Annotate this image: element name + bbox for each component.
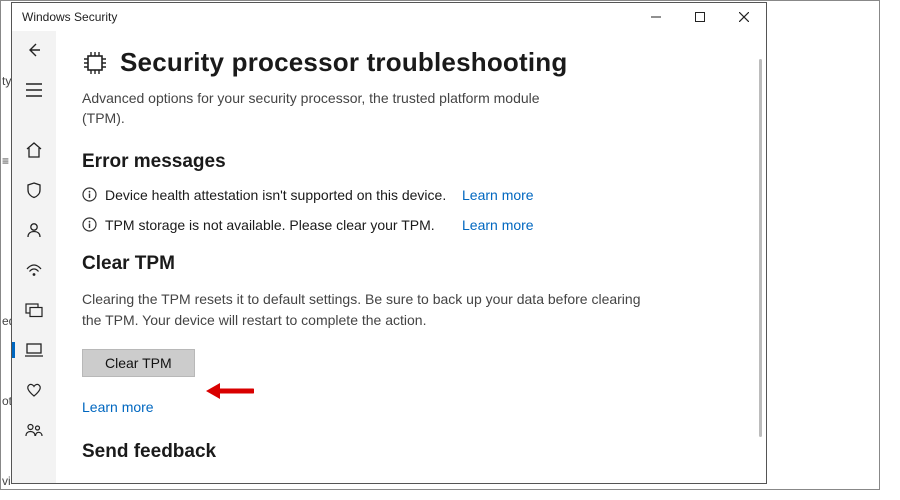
window-title: Windows Security bbox=[22, 10, 117, 24]
sidebar-item-device-security[interactable] bbox=[12, 337, 56, 363]
arrow-left-icon bbox=[25, 41, 43, 59]
error-text: Device health attestation isn't supporte… bbox=[105, 187, 446, 203]
sidebar-item-family[interactable] bbox=[12, 417, 56, 443]
page-subtitle: Advanced options for your security proce… bbox=[82, 88, 582, 129]
clear-tpm-heading: Clear TPM bbox=[82, 253, 722, 275]
person-icon bbox=[25, 221, 43, 239]
close-button[interactable] bbox=[722, 3, 766, 31]
sidebar-item-virus-threat[interactable] bbox=[12, 177, 56, 203]
menu-button[interactable] bbox=[12, 77, 56, 103]
heart-icon bbox=[25, 382, 43, 398]
device-icon bbox=[25, 343, 43, 357]
minimize-icon bbox=[651, 12, 661, 22]
sidebar-item-firewall[interactable] bbox=[12, 257, 56, 283]
maximize-icon bbox=[695, 12, 705, 22]
sidebar-item-app-browser[interactable] bbox=[12, 297, 56, 323]
people-icon bbox=[24, 422, 44, 438]
info-icon bbox=[82, 187, 97, 202]
maximize-button[interactable] bbox=[678, 3, 722, 31]
app-window: Windows Security bbox=[11, 2, 767, 484]
titlebar: Windows Security bbox=[12, 3, 766, 31]
scrollbar[interactable] bbox=[759, 59, 762, 437]
sidebar-item-home[interactable] bbox=[12, 137, 56, 163]
app-browser-icon bbox=[25, 302, 43, 318]
close-icon bbox=[739, 12, 749, 22]
feedback-heading: Send feedback bbox=[82, 441, 722, 463]
errors-heading: Error messages bbox=[82, 151, 722, 173]
learn-more-link[interactable]: Learn more bbox=[462, 217, 534, 233]
learn-more-link[interactable]: Learn more bbox=[462, 187, 534, 203]
info-icon bbox=[82, 217, 97, 232]
hamburger-icon bbox=[26, 83, 42, 97]
clear-tpm-button[interactable]: Clear TPM bbox=[82, 349, 195, 377]
error-row: Device health attestation isn't supporte… bbox=[82, 187, 642, 203]
clear-tpm-description: Clearing the TPM resets it to default se… bbox=[82, 289, 642, 331]
sidebar-item-performance-health[interactable] bbox=[12, 377, 56, 403]
learn-more-link[interactable]: Learn more bbox=[82, 399, 154, 415]
chip-icon bbox=[82, 50, 108, 76]
page-title: Security processor troubleshooting bbox=[120, 47, 567, 78]
error-text: TPM storage is not available. Please cle… bbox=[105, 217, 435, 233]
back-button[interactable] bbox=[12, 37, 56, 63]
sidebar bbox=[12, 31, 56, 483]
home-icon bbox=[25, 141, 43, 159]
sidebar-item-account[interactable] bbox=[12, 217, 56, 243]
network-icon bbox=[24, 262, 44, 278]
content-area: Security processor troubleshooting Advan… bbox=[56, 31, 766, 483]
error-row: TPM storage is not available. Please cle… bbox=[82, 217, 642, 233]
minimize-button[interactable] bbox=[634, 3, 678, 31]
shield-icon bbox=[25, 181, 43, 199]
